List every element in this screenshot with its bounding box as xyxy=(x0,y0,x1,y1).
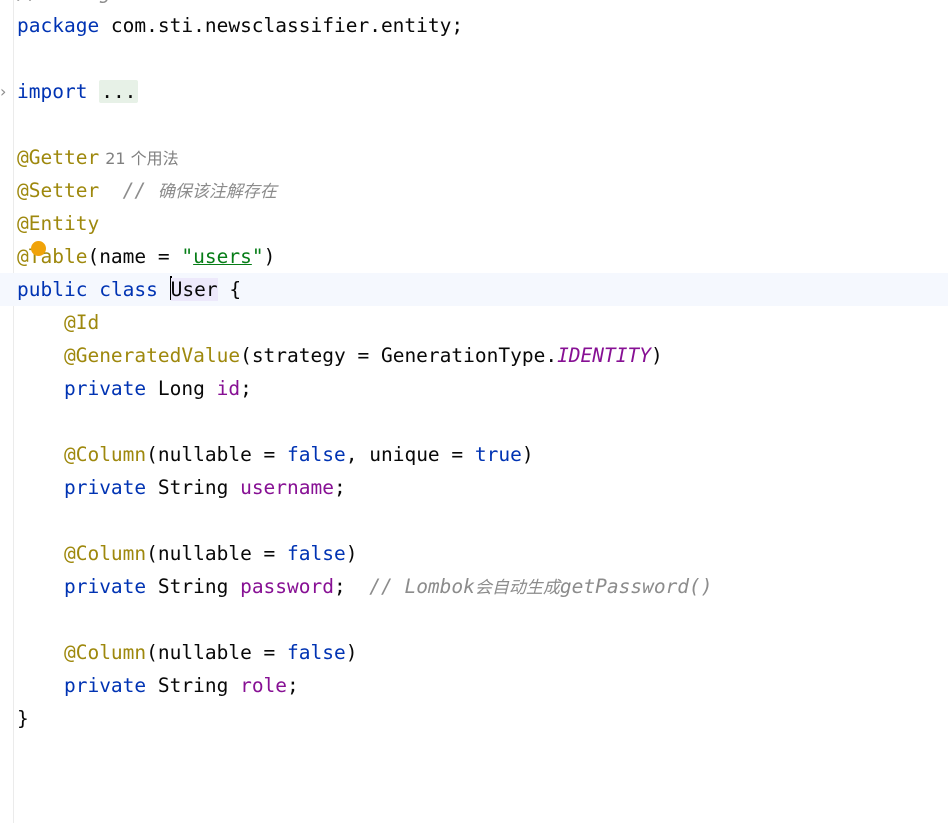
code-line-getter: @Getter 21 个用法 xyxy=(0,141,948,174)
lightbulb-icon[interactable] xyxy=(31,241,46,256)
annotation: @Id xyxy=(63,311,100,334)
code-line-table: @Table(name = "users") xyxy=(17,245,276,268)
comment: // Lombok会自动生成getPassword() xyxy=(369,575,713,598)
code-line-setter: @Setter // 确保该注解存在 xyxy=(0,174,948,207)
keyword: import xyxy=(17,80,88,103)
comment: // 确保该注解存在 xyxy=(122,179,277,202)
code-line-password-field: private String password; // Lombok会自动生成g… xyxy=(63,575,713,598)
keyword: private xyxy=(63,476,147,499)
code-editor[interactable]: // Using package com.sti.newsclassifier.… xyxy=(0,0,948,823)
code-line-package: package com.sti.newsclassifier.entity; xyxy=(0,9,948,42)
field-name: password xyxy=(240,575,334,598)
code-line-column-username: @Column(nullable = false, unique = true) xyxy=(63,443,534,466)
annotation: @Table xyxy=(17,245,88,268)
field-name: role xyxy=(240,674,288,697)
annotation: @Getter xyxy=(17,146,100,169)
annotation: @Column xyxy=(63,641,147,664)
code-line-column-role: @Column(nullable = false) xyxy=(63,641,358,664)
usages-hint[interactable]: 21 个用法 xyxy=(105,149,178,168)
code-line-column-password: @Column(nullable = false) xyxy=(63,542,358,565)
code-line-import: import ... xyxy=(0,75,948,108)
annotation: @Column xyxy=(63,443,147,466)
top-clipped-comment: // Using xyxy=(17,0,111,9)
folded-imports[interactable]: ... xyxy=(99,80,139,103)
code-line-id-annotation: @Id xyxy=(0,306,948,339)
code-line-entity: @Entity xyxy=(0,207,948,240)
field-name: username xyxy=(240,476,334,499)
code-line-generated-value: @GeneratedValue(strategy = GenerationTyp… xyxy=(63,344,663,367)
code-line-id-field: private Long id; xyxy=(63,377,252,400)
keyword: private xyxy=(63,674,147,697)
code-line-role-field: private String role; xyxy=(63,674,299,697)
keyword: private xyxy=(63,377,147,400)
class-name[interactable]: User xyxy=(170,278,218,301)
code-line-username-field: private String username; xyxy=(63,476,346,499)
annotation: @GeneratedValue xyxy=(63,344,241,367)
package-name: com.sti.newsclassifier.entity; xyxy=(99,14,464,37)
closing-brace: } xyxy=(17,707,29,730)
keyword: public xyxy=(17,278,88,301)
keyword: class xyxy=(99,278,158,301)
annotation: @Column xyxy=(63,542,147,565)
keyword: package xyxy=(17,14,100,37)
annotation: @Setter xyxy=(17,179,100,202)
keyword: private xyxy=(63,575,147,598)
field-name: id xyxy=(216,377,241,400)
annotation: @Entity xyxy=(17,212,100,235)
code-line-close-brace: } xyxy=(0,702,948,735)
string-literal: users xyxy=(193,245,252,268)
enum-constant: IDENTITY xyxy=(557,344,651,367)
code-line-class: public class User { xyxy=(0,273,948,306)
